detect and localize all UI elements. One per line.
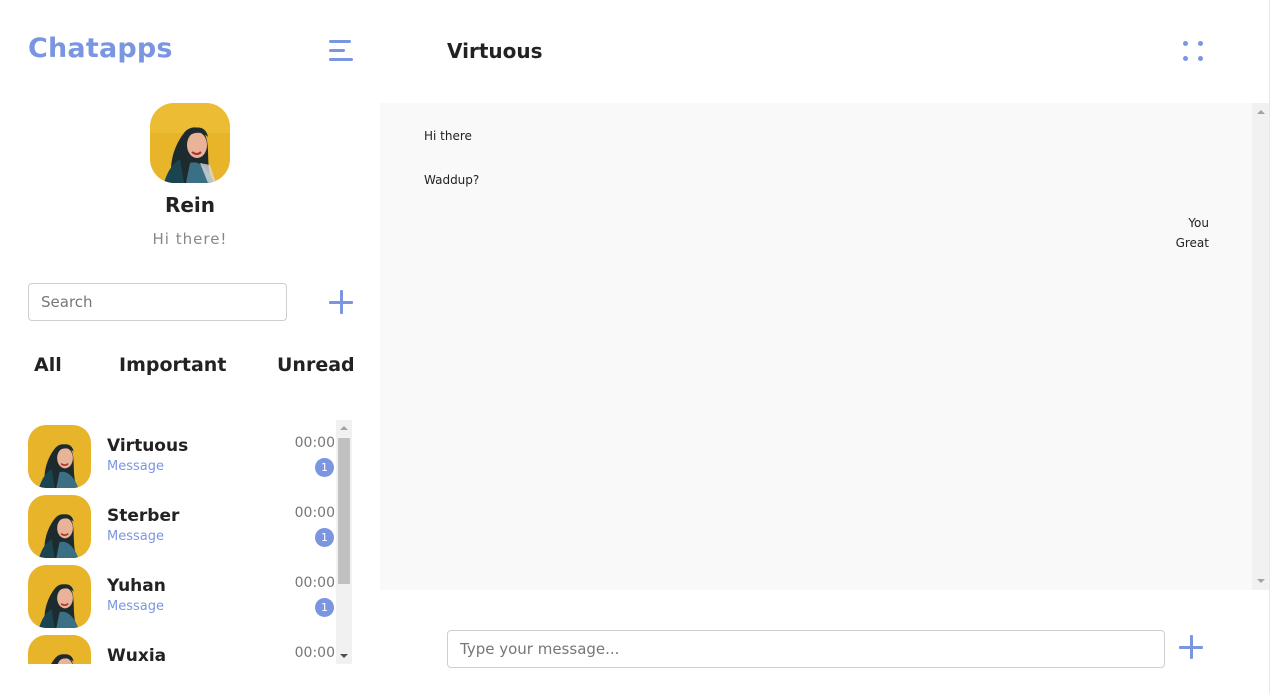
unread-badge: 1 <box>315 598 334 617</box>
message-sent: Great <box>1175 236 1209 250</box>
attach-plus-icon[interactable] <box>1178 634 1204 660</box>
contact-name: Yuhan <box>107 576 166 596</box>
contact-avatar <box>28 425 91 488</box>
message-area[interactable]: Hi there Waddup? You Great <box>380 103 1269 590</box>
unread-badge: 1 <box>315 458 334 477</box>
avatar-photo <box>150 103 230 183</box>
menu-icon[interactable] <box>329 40 353 62</box>
scroll-up-icon[interactable] <box>1257 110 1265 114</box>
chat-title: Virtuous <box>447 39 543 63</box>
app-brand: Chatapps <box>28 33 173 64</box>
contact-time: 00:00 <box>294 435 335 451</box>
window-edge <box>1269 0 1270 693</box>
sidebar: Chatapps Rein Hi there! All Important Un… <box>0 0 380 693</box>
contact-item[interactable]: Wuxia 00:00 <box>28 630 336 664</box>
profile-avatar[interactable] <box>150 103 230 183</box>
message-received: Hi there <box>424 129 472 143</box>
message-input[interactable] <box>447 630 1165 668</box>
tab-important[interactable]: Important <box>119 354 226 376</box>
search-input[interactable] <box>28 283 287 321</box>
unread-badge: 1 <box>315 528 334 547</box>
contact-time: 00:00 <box>294 575 335 591</box>
add-contact-icon[interactable] <box>328 289 354 315</box>
contact-time: 00:00 <box>294 505 335 521</box>
contact-preview: Message <box>107 599 164 614</box>
profile-status: Hi there! <box>152 230 228 248</box>
contact-list[interactable]: Virtuous Message 00:00 1 Sterber Message… <box>28 420 352 664</box>
scrollbar-thumb[interactable] <box>338 438 350 584</box>
message-area-scrollbar[interactable] <box>1252 103 1269 590</box>
scroll-down-icon[interactable] <box>1257 579 1265 583</box>
dots-grid-icon[interactable] <box>1180 39 1206 65</box>
tab-unread[interactable]: Unread <box>277 354 355 376</box>
contact-item[interactable]: Virtuous Message 00:00 1 <box>28 420 336 488</box>
contact-name: Wuxia <box>107 646 167 664</box>
message-sender: You <box>1188 216 1209 230</box>
message-received: Waddup? <box>424 173 480 187</box>
contact-preview: Message <box>107 459 164 474</box>
contact-avatar <box>28 565 91 628</box>
contact-item[interactable]: Sterber Message 00:00 1 <box>28 490 336 558</box>
scroll-up-icon[interactable] <box>340 426 348 430</box>
contact-time: 00:00 <box>294 645 335 661</box>
contact-avatar <box>28 635 91 664</box>
contact-name: Sterber <box>107 506 180 526</box>
contact-avatar <box>28 495 91 558</box>
contact-item[interactable]: Yuhan Message 00:00 1 <box>28 560 336 628</box>
contact-preview: Message <box>107 529 164 544</box>
contact-name: Virtuous <box>107 436 189 456</box>
profile-name: Rein <box>164 193 216 217</box>
scroll-down-icon[interactable] <box>340 654 348 658</box>
tab-all[interactable]: All <box>34 354 62 376</box>
contact-list-scrollbar[interactable] <box>336 420 352 664</box>
